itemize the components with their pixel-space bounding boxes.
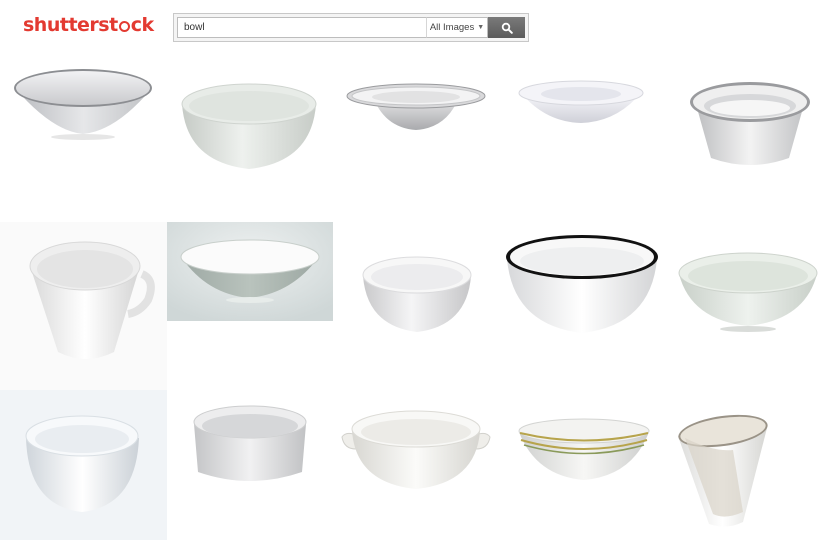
result-image-1[interactable] xyxy=(12,58,155,153)
search-icon xyxy=(501,22,513,34)
image-type-label: All Images xyxy=(429,22,475,33)
result-image-11[interactable] xyxy=(0,390,167,540)
logo-text-start: shutterst xyxy=(23,14,118,36)
result-image-8[interactable] xyxy=(357,250,477,336)
result-image-6[interactable] xyxy=(0,222,167,390)
search-bar: All Images ▼ xyxy=(173,13,529,42)
result-image-13[interactable] xyxy=(340,405,492,493)
search-button[interactable] xyxy=(488,17,525,38)
image-type-dropdown[interactable]: All Images ▼ xyxy=(426,17,488,38)
result-image-7[interactable] xyxy=(167,222,333,321)
result-image-5[interactable] xyxy=(687,78,813,172)
result-image-3[interactable] xyxy=(345,80,487,132)
result-image-10[interactable] xyxy=(677,250,819,340)
result-image-4[interactable] xyxy=(516,78,646,126)
result-image-12[interactable] xyxy=(190,402,310,488)
result-image-15[interactable] xyxy=(673,412,773,532)
logo-text-end: ck xyxy=(130,14,154,36)
shutterstock-logo[interactable]: shutterst ck xyxy=(23,14,154,36)
search-input[interactable] xyxy=(177,17,426,38)
result-image-14[interactable] xyxy=(516,414,652,484)
caret-down-icon: ▼ xyxy=(477,24,485,31)
result-image-9[interactable] xyxy=(503,233,661,336)
result-image-2[interactable] xyxy=(178,76,320,174)
logo-o-ring xyxy=(118,20,130,32)
header-bar: shutterst ck All Images ▼ xyxy=(0,0,830,50)
